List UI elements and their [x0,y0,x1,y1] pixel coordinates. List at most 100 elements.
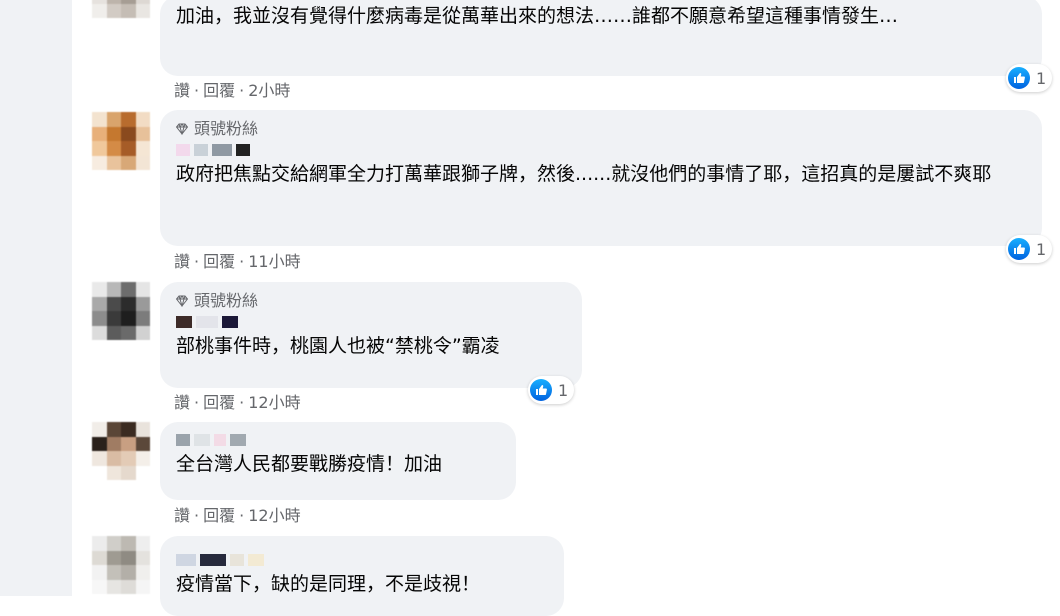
avatar-pixel [121,422,136,437]
avatar-pixel [135,3,150,18]
avatar-pixel [92,3,107,18]
avatar-pixel [92,282,107,297]
avatar-pixel [106,536,121,551]
avatar-pixel [92,451,107,466]
avatar-pixel [106,282,121,297]
timestamp-link[interactable]: 12小時 [248,506,300,526]
comment-bubble: 頭號粉絲 部桃事件時，桃園人也被“禁桃令”霸凌 [160,282,582,388]
avatar-pixel [135,465,150,480]
avatar-pixel [92,325,107,340]
avatar-pixel [106,550,121,565]
avatar-pixel [121,282,136,297]
avatar[interactable] [92,112,150,170]
badge-label: 頭號粉絲 [194,119,259,138]
timestamp-link[interactable]: 2小時 [248,81,290,101]
avatar-pixel [135,325,150,340]
avatar-pixel [135,536,150,551]
avatar[interactable] [92,282,150,340]
separator: · [194,506,200,525]
avatar-pixel [106,436,121,451]
avatar-pixel [92,311,107,326]
comment-bubble: 全台灣人民都要戰勝疫情！加油 [160,422,516,500]
left-background [0,0,72,596]
avatar-pixel [106,565,121,580]
reaction-number: 1 [1036,68,1047,88]
reply-link[interactable]: 回覆 [203,393,235,413]
avatar[interactable] [92,0,150,18]
avatar-pixel [106,112,121,127]
avatar-pixel [121,126,136,141]
separator: · [194,81,200,100]
avatar-pixel [92,579,107,594]
comment-text: 全台灣人民都要戰勝疫情！加油 [176,453,443,475]
avatar-pixel [106,3,121,18]
avatar-pixel [121,141,136,156]
timestamp-link[interactable]: 12小時 [248,393,300,413]
like-reaction-icon [1008,67,1030,89]
avatar-pixel [135,422,150,437]
top-fan-badge[interactable]: 頭號粉絲 [176,290,568,312]
avatar-pixel [121,451,136,466]
avatar[interactable] [92,536,150,594]
comment-text: 政府把焦點交給網軍全力打萬華跟獅子牌，然後......就沒他們的事情了耶，這招真… [176,163,992,185]
avatar-pixel [106,296,121,311]
avatar-pixel [92,565,107,580]
avatar-pixel [92,112,107,127]
separator: · [194,393,200,412]
like-link[interactable]: 讚 [174,506,190,526]
like-reaction-icon [1008,238,1030,260]
avatar-pixel [135,579,150,594]
comment-text: 疫情當下，缺的是同理，不是歧視！ [176,573,481,595]
avatar-pixel [92,536,107,551]
avatar-pixel [135,451,150,466]
reaction-count[interactable]: 1 [1006,235,1053,263]
comments-panel: 加油，我並沒有覺得什麼病毒是從萬華出來的想法……誰都不願意希望這種事情發生… 1… [72,0,1060,616]
like-link[interactable]: 讚 [174,81,190,101]
timestamp-link[interactable]: 11小時 [248,252,300,272]
comment-text: 部桃事件時，桃園人也被“禁桃令”霸凌 [176,335,500,357]
avatar-pixel [121,311,136,326]
avatar-pixel [121,3,136,18]
avatar-pixel [135,436,150,451]
reaction-number: 1 [558,380,569,400]
comment-actions: 讚 · 回覆 · 11小時 [174,252,301,272]
avatar-pixel [92,126,107,141]
avatar-pixel [92,141,107,156]
like-link[interactable]: 讚 [174,252,190,272]
avatar-pixel [135,565,150,580]
commenter-name[interactable] [176,316,568,330]
comment-actions: 讚 · 回覆 · 12小時 [174,506,301,526]
separator: · [239,506,245,525]
like-link[interactable]: 讚 [174,393,190,413]
commenter-name[interactable] [176,144,1028,158]
avatar-pixel [121,436,136,451]
avatar-pixel [135,311,150,326]
comment-actions: 讚 · 回覆 · 12小時 [174,393,301,413]
avatar-pixel [121,325,136,340]
avatar[interactable] [92,422,150,480]
avatar-pixel [121,112,136,127]
commenter-name[interactable] [176,554,550,568]
avatar-pixel [106,311,121,326]
reaction-count[interactable]: 1 [528,376,575,404]
avatar-pixel [106,155,121,170]
reply-link[interactable]: 回覆 [203,81,235,101]
avatar-pixel [92,296,107,311]
avatar-pixel [121,536,136,551]
reaction-count[interactable]: 1 [1006,64,1053,92]
reply-link[interactable]: 回覆 [203,506,235,526]
avatar-pixel [135,126,150,141]
top-fan-badge[interactable]: 頭號粉絲 [176,118,1028,140]
reply-link[interactable]: 回覆 [203,252,235,272]
commenter-name[interactable] [176,434,502,448]
avatar-pixel [121,296,136,311]
diamond-icon [176,295,188,307]
avatar-pixel [121,465,136,480]
like-reaction-icon [530,379,552,401]
avatar-pixel [106,141,121,156]
avatar-pixel [135,112,150,127]
avatar-pixel [135,155,150,170]
avatar-pixel [92,422,107,437]
avatar-pixel [135,141,150,156]
avatar-pixel [135,282,150,297]
